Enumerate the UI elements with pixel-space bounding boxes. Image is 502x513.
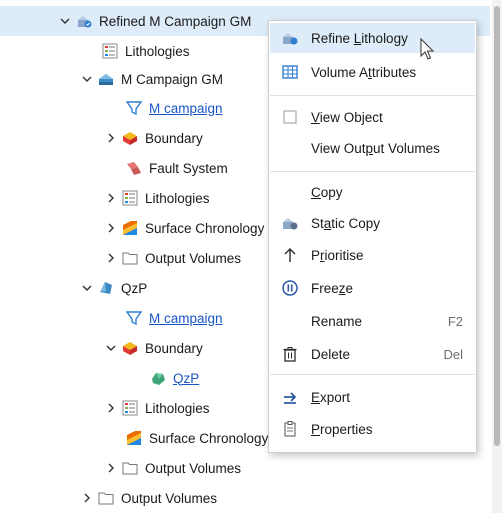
lithologies-list-icon bbox=[120, 398, 140, 418]
tree-item-label: Boundary bbox=[145, 340, 203, 356]
boundary-block-icon bbox=[120, 128, 140, 148]
tree-item-root-output-volumes[interactable]: Output Volumes bbox=[0, 483, 490, 513]
scrollbar-thumb[interactable] bbox=[494, 6, 500, 446]
boundary-surface-icon bbox=[148, 368, 168, 388]
menu-item-copy[interactable]: Copy bbox=[270, 177, 475, 207]
boundary-block-icon bbox=[120, 338, 140, 358]
chevron-right-icon[interactable] bbox=[102, 459, 120, 477]
menu-separator bbox=[270, 95, 475, 96]
tree-item-label: Output Volumes bbox=[121, 490, 218, 506]
refine-lithology-icon bbox=[279, 27, 301, 49]
menu-item-view-object[interactable]: View Object bbox=[270, 102, 475, 132]
context-menu: Refine Lithology Volume Attributes View … bbox=[268, 20, 477, 453]
vertical-scrollbar[interactable] bbox=[492, 0, 502, 513]
checkbox-icon[interactable] bbox=[279, 106, 301, 128]
export-arrow-icon bbox=[279, 386, 301, 408]
tree-item-label: Output Volumes bbox=[145, 250, 242, 266]
static-copy-icon bbox=[279, 212, 301, 234]
funnel-filter-icon bbox=[124, 98, 144, 118]
link-m-campaign[interactable]: M campaign bbox=[149, 101, 223, 116]
menu-item-volume-attributes[interactable]: Volume Attributes bbox=[270, 57, 475, 87]
tree-item-label: M Campaign GM bbox=[121, 71, 224, 87]
folder-icon bbox=[120, 248, 140, 268]
shortcut-del: Del bbox=[443, 346, 463, 362]
chevron-down-icon[interactable] bbox=[78, 279, 96, 297]
surface-chronology-icon bbox=[124, 428, 144, 448]
fault-system-icon bbox=[124, 158, 144, 178]
menu-item-view-output-volumes[interactable]: View Output Volumes bbox=[270, 133, 475, 163]
menu-separator bbox=[270, 171, 475, 172]
properties-icon bbox=[279, 418, 301, 440]
volume-icon bbox=[96, 278, 116, 298]
chevron-right-icon[interactable] bbox=[102, 189, 120, 207]
menu-separator bbox=[270, 374, 475, 375]
funnel-filter-icon bbox=[124, 308, 144, 328]
menu-item-freeze[interactable]: Freeze bbox=[270, 273, 475, 303]
menu-item-rename[interactable]: Rename F2 bbox=[270, 306, 475, 336]
chevron-right-icon[interactable] bbox=[102, 129, 120, 147]
tree-item-qzp-output-volumes[interactable]: Output Volumes bbox=[0, 453, 490, 483]
folder-icon bbox=[96, 488, 116, 508]
menu-item-static-copy[interactable]: Static Copy bbox=[270, 208, 475, 238]
link-qzp[interactable]: QzP bbox=[173, 371, 199, 386]
chevron-right-icon[interactable] bbox=[102, 219, 120, 237]
tree-item-label: Output Volumes bbox=[145, 460, 242, 476]
chevron-right-icon[interactable] bbox=[102, 249, 120, 267]
surface-chronology-icon bbox=[120, 218, 140, 238]
tree-item-label: Lithologies bbox=[145, 400, 210, 416]
menu-item-properties[interactable]: Properties bbox=[270, 414, 475, 444]
tree-item-label: Boundary bbox=[145, 130, 203, 146]
tree-item-label: Fault System bbox=[149, 160, 228, 176]
tree-item-label: Lithologies bbox=[145, 190, 210, 206]
chevron-down-icon[interactable] bbox=[102, 339, 120, 357]
tree-item-label: Refined M Campaign GM bbox=[99, 13, 252, 29]
chevron-right-icon[interactable] bbox=[78, 489, 96, 507]
table-grid-icon bbox=[279, 61, 301, 83]
link-m-campaign[interactable]: M campaign bbox=[149, 311, 223, 326]
arrow-up-icon bbox=[279, 244, 301, 266]
geological-model-refined-icon bbox=[74, 11, 94, 31]
folder-icon bbox=[120, 458, 140, 478]
tree-item-label: Surface Chronology bbox=[145, 220, 265, 236]
chevron-down-icon[interactable] bbox=[78, 70, 96, 88]
menu-item-export[interactable]: Export bbox=[270, 382, 475, 412]
chevron-down-icon[interactable] bbox=[56, 12, 74, 30]
tree-item-label: Surface Chronology bbox=[149, 430, 269, 446]
tree-item-label: QzP bbox=[121, 280, 148, 296]
menu-item-delete[interactable]: Delete Del bbox=[270, 339, 475, 369]
menu-item-prioritise[interactable]: Prioritise bbox=[270, 240, 475, 270]
menu-item-refine-lithology[interactable]: Refine Lithology bbox=[270, 23, 475, 53]
lithologies-list-icon bbox=[100, 41, 120, 61]
pause-circle-icon bbox=[279, 277, 301, 299]
tree-item-label: Lithologies bbox=[125, 43, 190, 59]
chevron-right-icon[interactable] bbox=[102, 399, 120, 417]
lithologies-list-icon bbox=[120, 188, 140, 208]
geological-model-icon bbox=[96, 69, 116, 89]
trash-icon bbox=[279, 343, 301, 365]
shortcut-f2: F2 bbox=[447, 313, 463, 329]
